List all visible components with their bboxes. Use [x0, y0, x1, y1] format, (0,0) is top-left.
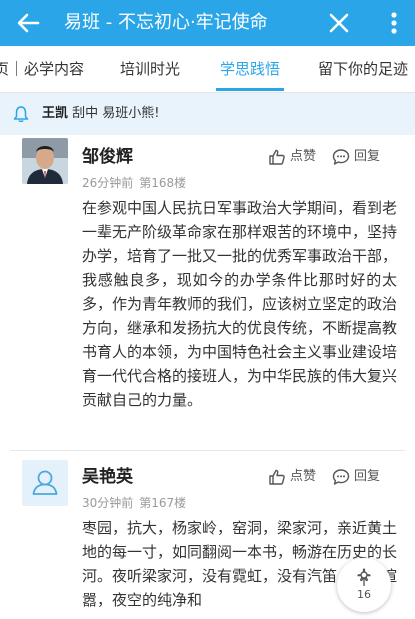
comment-floor: 第168楼 — [139, 176, 187, 190]
like-label: 点赞 — [290, 149, 317, 164]
tab-training-time[interactable]: 培训时光 — [120, 46, 180, 92]
notice-text: 王凯 刮中 易班小熊! — [42, 93, 160, 135]
tab-bar: 页｜必学内容 培训时光 学思践悟 留下你的足迹 — [0, 46, 415, 93]
avatar[interactable] — [22, 460, 68, 506]
back-arrow-icon[interactable] — [14, 9, 42, 37]
comment-time: 26分钟前 — [82, 176, 134, 190]
comment-divider — [10, 450, 405, 451]
user-photo-icon — [22, 138, 68, 184]
comment-meta: 30分钟前 第167楼 — [82, 494, 186, 511]
comment-bubble-icon — [332, 149, 350, 165]
notice-user-name: 王凯 — [42, 106, 69, 121]
more-options-icon[interactable] — [384, 9, 404, 37]
comment-author: 邹俊辉 — [82, 147, 133, 167]
comment-time: 30分钟前 — [82, 496, 134, 510]
comment-author: 吴艳英 — [82, 467, 133, 487]
default-user-icon — [32, 470, 58, 495]
like-count: 16 — [357, 588, 371, 601]
notice-bar: 王凯 刮中 易班小熊! — [0, 93, 415, 135]
bell-icon — [13, 106, 29, 123]
reply-label: 回复 — [354, 149, 381, 164]
reply-label: 回复 — [354, 469, 381, 484]
close-icon[interactable] — [326, 10, 352, 36]
comment-body: 在参观中国人民抗日军事政治大学期间，看到老一辈无产阶级革命家在那样艰苦的环境中，… — [82, 199, 398, 409]
tab-study-practice[interactable]: 学思践悟 — [220, 46, 280, 92]
page-title: 易班 - 不忘初心·牢记使命 — [64, 12, 268, 33]
flower-like-icon — [357, 568, 371, 586]
like-label: 点赞 — [290, 469, 317, 484]
comment-floor: 第167楼 — [139, 496, 187, 510]
tab-leave-footprint[interactable]: 留下你的足迹 — [318, 46, 408, 92]
comment-bubble-icon — [332, 469, 350, 485]
floating-like-button[interactable]: 16 — [337, 558, 391, 612]
thumbs-up-icon — [269, 469, 285, 485]
app-bar: 易班 - 不忘初心·牢记使命 — [0, 0, 415, 46]
comment-meta: 26分钟前 第168楼 — [82, 174, 186, 191]
active-tab-indicator — [216, 88, 284, 91]
thumbs-up-icon — [269, 149, 285, 165]
notice-message: 刮中 易班小熊! — [72, 106, 160, 121]
tab-required-content[interactable]: 页｜必学内容 — [0, 46, 84, 92]
avatar[interactable] — [22, 138, 68, 184]
